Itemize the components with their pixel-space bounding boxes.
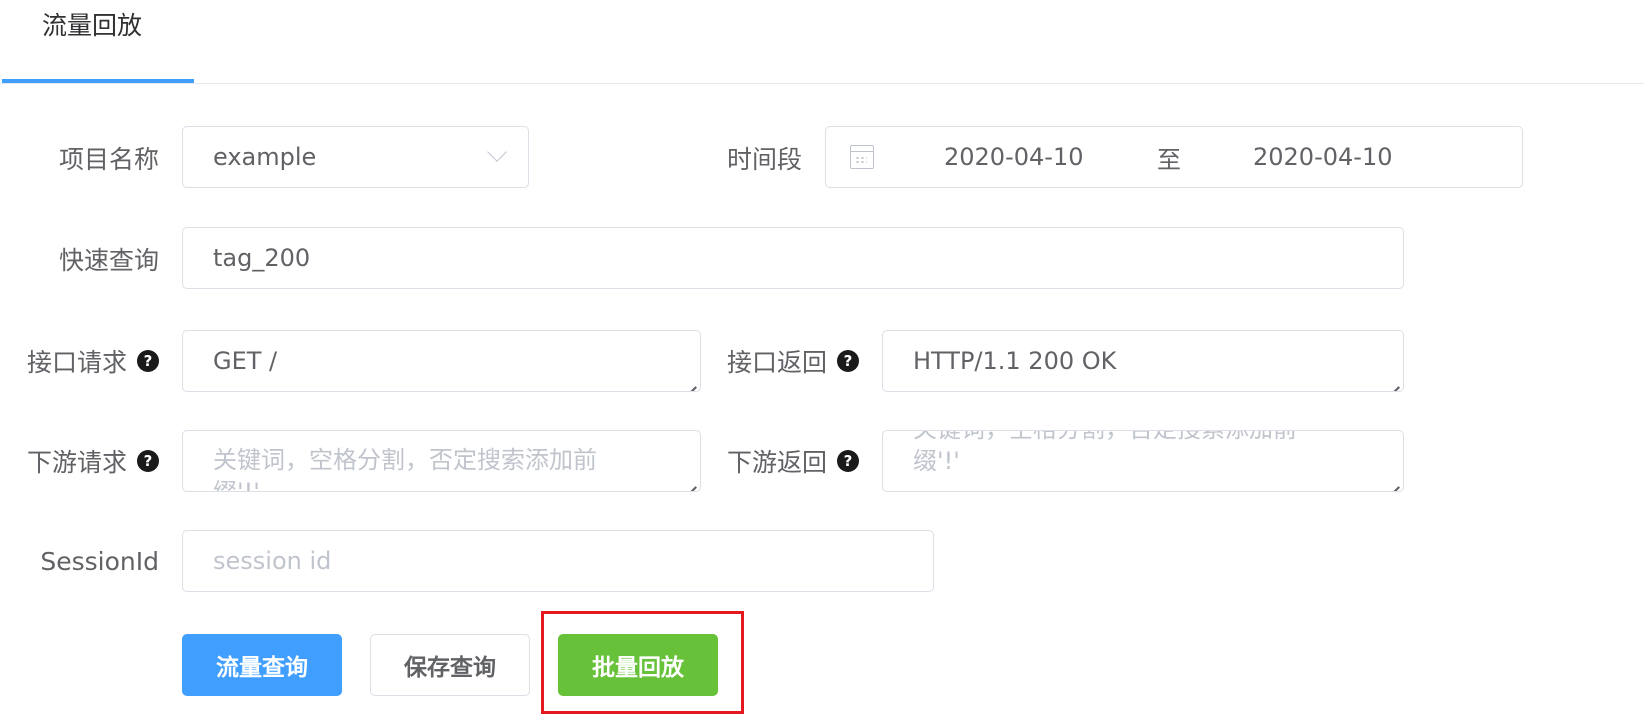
resize-handle-icon[interactable] xyxy=(1385,373,1399,387)
date-range-start[interactable]: 2020-04-10 xyxy=(944,143,1083,171)
api-response-label: 接口返回 ? xyxy=(727,330,859,392)
date-range-picker[interactable]: 2020-04-10 至 2020-04-10 xyxy=(825,126,1523,188)
project-select[interactable]: example xyxy=(182,126,529,188)
tab-traffic-replay[interactable]: 流量回放 xyxy=(42,6,142,42)
api-request-value: GET / xyxy=(213,347,278,375)
active-tab-indicator xyxy=(2,79,194,83)
api-request-label-text: 接口请求 xyxy=(26,348,127,377)
api-request-label: 接口请求 ? xyxy=(27,330,159,392)
quick-query-label: 快速查询 xyxy=(58,246,159,275)
question-circle-icon[interactable]: ? xyxy=(137,350,159,372)
downstream-request-textarea[interactable]: 关键词，空格分割，否定搜索添加前缀'!' xyxy=(182,430,701,492)
downstream-request-label: 下游请求 ? xyxy=(27,430,159,492)
session-id-label: SessionId xyxy=(40,546,159,576)
downstream-response-label-text: 下游返回 xyxy=(726,448,827,477)
resize-handle-icon[interactable] xyxy=(682,473,696,487)
quick-query-value: tag_200 xyxy=(213,244,311,272)
tab-bar: 流量回放 xyxy=(0,0,1644,84)
question-circle-icon[interactable]: ? xyxy=(837,450,859,472)
date-range-end[interactable]: 2020-04-10 xyxy=(1253,143,1392,171)
downstream-response-placeholder: 关键词，空格分割，否定搜索添加前缀'!' xyxy=(913,431,1297,475)
chevron-down-icon xyxy=(487,142,507,162)
date-range-separator: 至 xyxy=(1157,145,1181,174)
traffic-query-button[interactable]: 流量查询 xyxy=(182,634,342,696)
api-response-textarea[interactable]: HTTP/1.1 200 OK xyxy=(882,330,1404,392)
save-query-button[interactable]: 保存查询 xyxy=(370,634,530,696)
page: 流量回放 项目名称 example 时间段 2020-04-10 至 2020-… xyxy=(0,0,1644,721)
calendar-icon xyxy=(850,145,874,169)
time-range-label: 时间段 xyxy=(726,145,802,174)
api-response-value: HTTP/1.1 200 OK xyxy=(913,347,1117,375)
api-response-label-text: 接口返回 xyxy=(726,348,827,377)
question-circle-icon[interactable]: ? xyxy=(837,350,859,372)
quick-query-input[interactable]: tag_200 xyxy=(182,227,1404,289)
project-select-value: example xyxy=(213,143,317,171)
downstream-response-label: 下游返回 ? xyxy=(727,430,859,492)
resize-handle-icon[interactable] xyxy=(682,373,696,387)
downstream-request-label-text: 下游请求 xyxy=(26,448,127,477)
highlight-box xyxy=(541,611,744,714)
question-circle-icon[interactable]: ? xyxy=(137,450,159,472)
downstream-request-placeholder: 关键词，空格分割，否定搜索添加前缀'!' xyxy=(213,446,597,492)
downstream-response-textarea[interactable]: 关键词，空格分割，否定搜索添加前缀'!' xyxy=(882,430,1404,492)
resize-handle-icon[interactable] xyxy=(1385,473,1399,487)
api-request-textarea[interactable]: GET / xyxy=(182,330,701,392)
project-label: 项目名称 xyxy=(58,145,159,174)
session-id-placeholder: session id xyxy=(213,547,332,575)
session-id-input[interactable]: session id xyxy=(182,530,934,592)
